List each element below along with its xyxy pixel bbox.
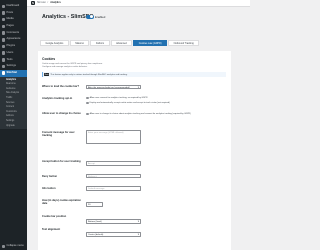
tab-cookies-law[interactable]: Cookies Law (GDPR) (133, 40, 168, 47)
top-bar: S Slimstat / Analytics (27, 0, 250, 7)
show-cookie-label: Where to load the cookie bar? (42, 85, 80, 88)
submenu-item-label: Sources (6, 101, 15, 104)
media-icon (1, 17, 5, 22)
tab-matomo[interactable]: Matomo (69, 40, 90, 47)
cookie-bar-position-label: Cookie bar position (42, 214, 67, 218)
radio-dot[interactable] (86, 101, 89, 105)
section-description: Cookie usage and consent for GDPR and pr… (42, 63, 103, 65)
enable-toggle[interactable] (86, 14, 94, 19)
tracking-opt-label: Analytics tracking opt-in (42, 97, 73, 100)
sidebar-item-slimstat[interactable]: SlimStat (0, 69, 27, 77)
deny-button-input[interactable]: Refuse it (86, 173, 141, 179)
settings-icon (1, 64, 5, 69)
collapse-menu-label: Collapse menu (6, 244, 24, 248)
deny-button-label: Deny button (42, 174, 58, 178)
sidebar-item-posts[interactable]: Posts (0, 10, 27, 17)
tab-fathom[interactable]: Fathom (90, 40, 110, 47)
appearance-icon (1, 38, 5, 42)
submenu-item-label: Settings (6, 120, 15, 123)
radio-dot[interactable] (86, 96, 89, 100)
breadcrumb-parent[interactable]: Slimstat (37, 1, 46, 4)
submenu-item-label: Customize (6, 110, 17, 113)
sidebar-item-label: Users (6, 50, 14, 54)
dashboard-icon (1, 4, 5, 9)
toggle-knob (89, 15, 93, 19)
sidebar-item-label: Media (6, 17, 14, 21)
sidebar-item-pages[interactable]: Pages (0, 23, 27, 30)
sidebar-item-label: Posts (6, 10, 14, 14)
sidebar-item-label: Tools (6, 57, 13, 61)
collapse-icon (1, 244, 5, 249)
toggle-label: Enabled (95, 15, 106, 20)
tab-google-analytics[interactable]: Google Analytics (40, 40, 69, 47)
submenu-item-label: Audience (6, 87, 16, 90)
submenu-item-label: Real-time (6, 83, 16, 86)
allow-change-label: Allow user to change its choice (42, 112, 81, 115)
radio-text: Display and automatically accept cookie … (89, 101, 170, 104)
submenu-item-label: Traffic (6, 97, 13, 100)
tracking-opt-radio-1[interactable]: Allow user consent for analytics trackin… (86, 96, 148, 100)
info-button-label: Info button (42, 187, 56, 190)
text-alignment-select[interactable]: Center (default) (86, 232, 141, 237)
radio-text: Allow user consent for analytics trackin… (89, 96, 148, 99)
slimstat-icon (1, 71, 5, 75)
submenu-item-label: Site Analysis (6, 92, 20, 95)
breadcrumb-current: Analytics (50, 1, 61, 5)
checkbox[interactable] (86, 112, 89, 116)
slimstat-logo-icon: S (31, 0, 35, 5)
settings-panel: Cookies Cookie usage and consent for GDP… (38, 51, 231, 250)
accept-button-input[interactable]: Accept (86, 161, 141, 166)
tab-advanced[interactable]: Advanced (110, 40, 133, 47)
show-cookie-select[interactable]: After the opening body tag (recommended) (86, 84, 141, 90)
submenu-item-label: Upgrade (6, 124, 15, 127)
sidebar-item-label: Comments (6, 30, 20, 34)
sidebar-item-settings[interactable]: Settings (0, 63, 27, 70)
sidebar-item-label: Plugins (6, 44, 16, 48)
sidebar-item-label: Dashboard (6, 4, 20, 8)
text-alignment-label: Text alignment (42, 228, 61, 231)
pages-icon (1, 24, 5, 29)
submenu-item-label: Analytics (6, 78, 17, 81)
sidebar-submenu: Analytics Real-time Audience Site Analysis T… (0, 76, 27, 130)
breadcrumb-separator: / (47, 1, 49, 5)
sidebar-item-plugins[interactable]: Plugins (0, 43, 27, 50)
sidebar-item-label: SlimStat (6, 70, 17, 74)
sidebar-item-appearance[interactable]: Appearance (0, 36, 27, 43)
comments-icon (1, 31, 5, 35)
consent-message-textarea[interactable]: Enter your message (HTML allowed) (86, 130, 141, 144)
allow-change-checkbox[interactable]: Allow user to change its choice about an… (86, 112, 191, 116)
submenu-item-label: Addons (6, 115, 14, 118)
section-title: Cookies (42, 56, 56, 61)
info-button-input[interactable]: Default message (86, 186, 141, 191)
cookie-expiry-label: How (in days) cookie expiration date (42, 199, 81, 206)
sidebar-item-comments[interactable]: Comments (0, 30, 27, 37)
sidebar-item-dashboard[interactable]: Dashboard (0, 3, 27, 10)
plugins-icon (1, 44, 5, 49)
submenu-item-upgrade[interactable]: Upgrade (0, 124, 27, 129)
sidebar-item-tools[interactable]: Tools (0, 57, 27, 64)
cookie-bar-position-select[interactable]: Bottom (fixed) (86, 219, 141, 224)
tab-outbound-tracking[interactable]: Outbound Tracking (168, 40, 200, 47)
tools-icon (1, 58, 5, 62)
admin-sidebar: Dashboard Posts Media Pages Comments Appearan… (0, 0, 27, 250)
settings-tabs: Google Analytics Matomo Fathom Advanced … (40, 40, 200, 47)
sidebar-item-label: Settings (6, 64, 16, 68)
users-icon (1, 51, 5, 55)
posts-icon (1, 11, 5, 15)
checkbox-text: Allow user to change its choice about an… (89, 112, 191, 115)
sidebar-item-label: Pages (6, 24, 14, 28)
consent-message-label: Consent message for user tracking (42, 131, 75, 138)
section-description-2: Configure and manage analytics cookie be… (42, 66, 88, 68)
notice-text: This feature applies only to visitors tr… (50, 73, 128, 76)
collapse-menu-button[interactable]: Collapse menu (0, 243, 24, 250)
cookie-expiry-input[interactable]: 30 (86, 202, 103, 207)
accept-button-label: Accept button for user tracking (42, 160, 81, 163)
tracking-opt-radio-2[interactable]: Display and automatically accept cookie … (86, 101, 170, 105)
submenu-item-label: Content (6, 106, 15, 109)
sidebar-item-users[interactable]: Users (0, 50, 27, 57)
sidebar-item-media[interactable]: Media (0, 16, 27, 23)
notice-box: Note This feature applies only to visito… (42, 72, 226, 77)
sidebar-item-label: Appearance (6, 37, 21, 41)
notice-badge: Note (44, 73, 50, 76)
